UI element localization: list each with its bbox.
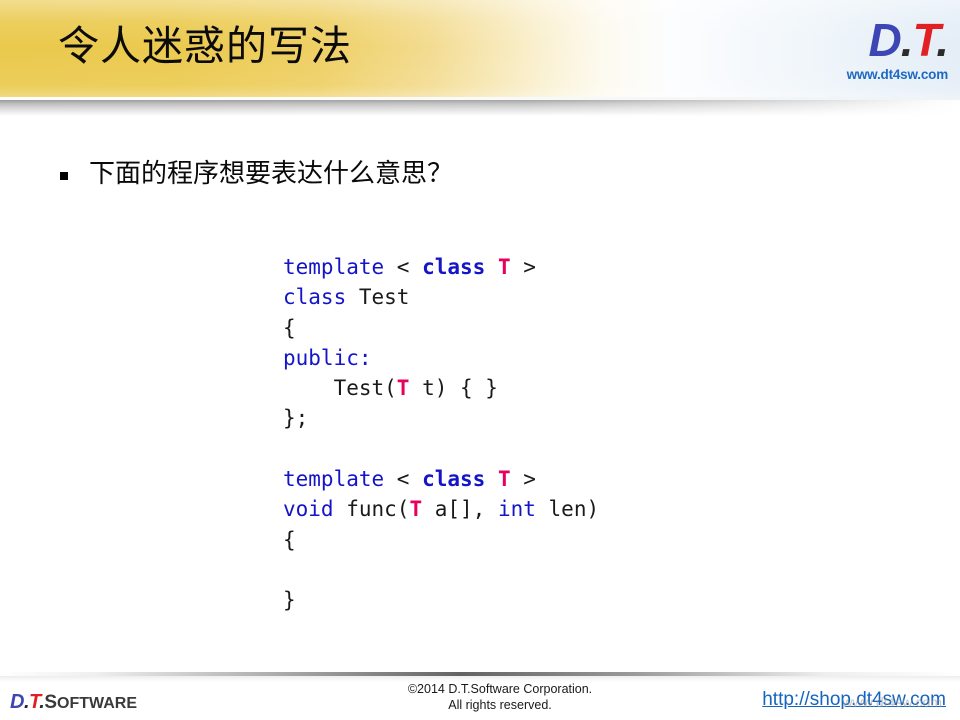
header-drop-shadow: [0, 100, 960, 116]
code-token: }: [283, 588, 296, 613]
logo-letter-t: T: [912, 14, 938, 66]
code-line: template < class T >: [283, 252, 599, 282]
code-token: <: [384, 255, 423, 279]
code-token: void: [283, 497, 334, 522]
code-token: >: [510, 467, 536, 492]
code-token: >: [510, 255, 536, 279]
code-line: {: [283, 313, 599, 343]
copyright-line-2: All rights reserved.: [448, 698, 552, 712]
code-line: };: [283, 403, 599, 433]
footer-logo-software-text: SOFTWARE: [44, 692, 137, 713]
code-token: t) { }: [409, 376, 498, 401]
header-logo: D.T. www.dt4sw.com: [798, 14, 949, 92]
code-line: template < class T >: [283, 464, 599, 494]
code-token: a[],: [422, 497, 498, 522]
dt-logo-icon: D.T.: [798, 14, 949, 66]
code-line: {: [283, 525, 599, 555]
code-token: T: [497, 255, 511, 279]
code-token: :: [358, 345, 372, 370]
code-token: };: [283, 406, 309, 431]
bullet-item-label: 下面的程序想要表达什么意思？: [89, 159, 454, 189]
code-line: }: [283, 585, 599, 615]
code-token: {: [283, 527, 296, 552]
code-block: template < class T > class Test{public: T…: [283, 252, 599, 616]
code-token: int: [497, 497, 536, 522]
square-bullet-icon: [60, 172, 68, 180]
code-token: T: [396, 376, 410, 401]
code-token: {: [283, 315, 296, 340]
code-line: public:: [283, 343, 599, 373]
code-token: public: [283, 345, 359, 370]
code-token: class: [283, 285, 347, 310]
shop-link[interactable]: http://shop.dt4sw.com: [762, 688, 946, 712]
code-line: [283, 555, 599, 585]
code-token: template: [283, 467, 385, 492]
code-token: Test: [346, 285, 410, 310]
logo-dot-1: .: [900, 14, 914, 66]
page-title: 令人迷惑的写法: [58, 22, 352, 70]
footer-logo: D.T.SOFTWARE: [10, 690, 137, 716]
code-token: T: [409, 497, 423, 522]
footer-copyright: ©2014 D.T.Software Corporation. All righ…: [300, 681, 700, 713]
code-token: class: [422, 255, 486, 279]
code-token: class: [422, 467, 486, 492]
code-token: func(: [333, 497, 410, 522]
code-line: void func(T a[], int len): [283, 494, 599, 524]
code-token: Test(: [283, 376, 397, 401]
code-line: Test(T t) { }: [283, 373, 599, 403]
logo-dot-2: .: [936, 14, 949, 66]
code-token: <: [384, 467, 423, 492]
code-token: len): [535, 497, 600, 522]
code-token: template: [283, 255, 385, 279]
code-line: class Test: [283, 282, 599, 312]
footer-logo-letter-t: T: [29, 691, 40, 713]
logo-letter-d: D: [868, 14, 902, 66]
header-website-url: www.dt4sw.com: [846, 67, 949, 82]
code-line: [283, 434, 599, 464]
bullet-item: 下面的程序想要表达什么意思？: [60, 155, 453, 193]
footer-logo-letter-d: D: [10, 691, 24, 713]
copyright-line-1: ©2014 D.T.Software Corporation.: [407, 682, 593, 696]
code-token: T: [497, 467, 511, 492]
